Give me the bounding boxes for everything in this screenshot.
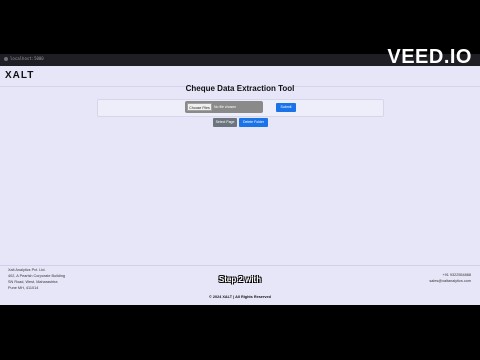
url-text: localhost:5000 xyxy=(10,56,44,61)
footer-copyright: © 2024 XALT | All Rights Reserved xyxy=(209,295,271,299)
select-page-button[interactable]: Select Page xyxy=(213,118,237,127)
video-caption: Step 2 with xyxy=(218,275,262,284)
choose-files-button[interactable]: Choose Files xyxy=(187,103,212,111)
page-title: Cheque Data Extraction Tool xyxy=(185,84,295,93)
site-footer xyxy=(0,265,480,305)
brand-logo[interactable]: XALT xyxy=(5,70,34,81)
footer-address-line: Pune MH, 411014 xyxy=(8,286,39,290)
footer-company: Xalt Analytics Pvt. Ltd. xyxy=(8,268,46,272)
submit-button[interactable]: Submit xyxy=(276,103,296,112)
info-icon xyxy=(4,57,8,61)
file-status-text: No file chosen xyxy=(214,105,237,109)
delete-folder-button[interactable]: Delete Folder xyxy=(239,118,268,127)
veed-watermark: VEED.IO xyxy=(387,46,472,68)
